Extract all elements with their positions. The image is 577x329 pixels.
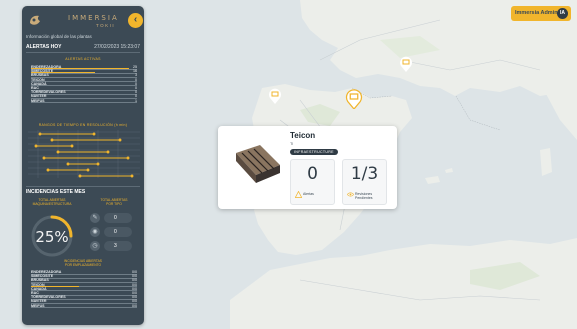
plant-3d-thumbnail: [226, 131, 296, 191]
row-track: [31, 307, 137, 308]
plant-marker[interactable]: [268, 88, 282, 104]
stat-value: 3: [104, 241, 132, 251]
clock-icon: ◷: [90, 241, 100, 251]
sidebar-panel: IMMERSIA TOKII ‹ Información global de l…: [22, 6, 144, 325]
eye-icon: [347, 192, 354, 197]
list-item[interactable]: MEIFUS 1: [31, 99, 137, 103]
admin-label: Immersia Admin: [515, 10, 558, 16]
user-menu-button[interactable]: Immersia Admin IA: [511, 6, 571, 21]
divider: [26, 186, 140, 187]
gauge-caption-left: TOTAL ABIERTAS MAQUINA/ESTRUCTURA: [32, 198, 72, 206]
plant-marker-selected[interactable]: [345, 89, 363, 109]
logo-icon: [30, 15, 40, 25]
revisions-card[interactable]: 1/3 Revisiones Pendientes: [342, 159, 387, 205]
revisions-count: 1/3: [350, 164, 379, 184]
incidents-list: ENDEREZADORA 0/0 SIMECOSITE 0/0 BRUSBAS 0/0 TE…: [31, 270, 137, 308]
alerts-title-text: ALERTAS HOY: [26, 44, 62, 50]
popup-tag: INFRAESTRUCTURE: [290, 149, 338, 155]
wrench-icon: ✎: [90, 213, 100, 223]
avatar: IA: [557, 8, 568, 19]
list-item[interactable]: MEIFUS 0/0: [31, 304, 137, 308]
chevron-left-icon: ‹: [133, 14, 138, 25]
row-value: 1: [135, 98, 137, 103]
row-track: [31, 102, 137, 103]
brand-sub: TOKII: [96, 23, 116, 28]
brand-name: IMMERSIA: [68, 14, 119, 22]
alerts-card[interactable]: 0 Alertas: [290, 159, 335, 205]
popup-title: Teicon: [290, 131, 316, 140]
active-alerts-label: ALERTAS ACTIVAS: [65, 57, 101, 61]
incidents-title: INCIDENCIAS ESTE MES: [26, 189, 86, 195]
alerts-count: 0: [307, 164, 318, 184]
stat-inspection: ◉ 0: [90, 227, 140, 237]
gauge-caption-right: TOTAL ABIERTAS POR TIPO: [100, 198, 128, 206]
resolution-label: RANGOS DE TIEMPO EN RESOLUCIÓN (h min): [38, 123, 128, 127]
active-alerts-list: ENDEREZADORA 25 SIMECOSITE 16 BRUSBAS 3 TEICON…: [31, 65, 137, 103]
brand: IMMERSIA TOKII ‹: [26, 11, 143, 33]
popup-subtitle: Ti: [290, 141, 294, 146]
stat-maintenance: ✎ 0: [90, 213, 140, 223]
plant-popup[interactable]: Teicon Ti INFRAESTRUCTURE 0 Alertas 1/3 …: [218, 126, 397, 209]
plant-marker[interactable]: [399, 56, 413, 72]
eye-icon: ◉: [90, 227, 100, 237]
info-line: Información global de las plantas: [26, 34, 92, 39]
alerts-title: ALERTAS HOY 27/02/2023 15:23:07: [26, 44, 142, 50]
alerts-label: Alertas: [303, 192, 314, 196]
row-value: 0/0: [132, 303, 137, 308]
divider: [26, 52, 140, 53]
incidents-location-label: INCIDENCIAS ABIERTAS POR EMPLAZAMIENTO: [64, 259, 102, 267]
stat-value: 0: [104, 213, 132, 223]
gauge-value: 25%: [35, 228, 69, 246]
stat-pending: ◷ 3: [90, 241, 140, 251]
resolution-range-chart: [28, 130, 140, 178]
collapse-sidebar-button[interactable]: ‹: [128, 13, 143, 28]
warning-icon: [295, 191, 302, 198]
alerts-date: 27/02/2023 15:23:07: [94, 44, 140, 50]
stat-value: 0: [104, 227, 132, 237]
revisions-label: Revisiones Pendientes: [355, 192, 373, 200]
